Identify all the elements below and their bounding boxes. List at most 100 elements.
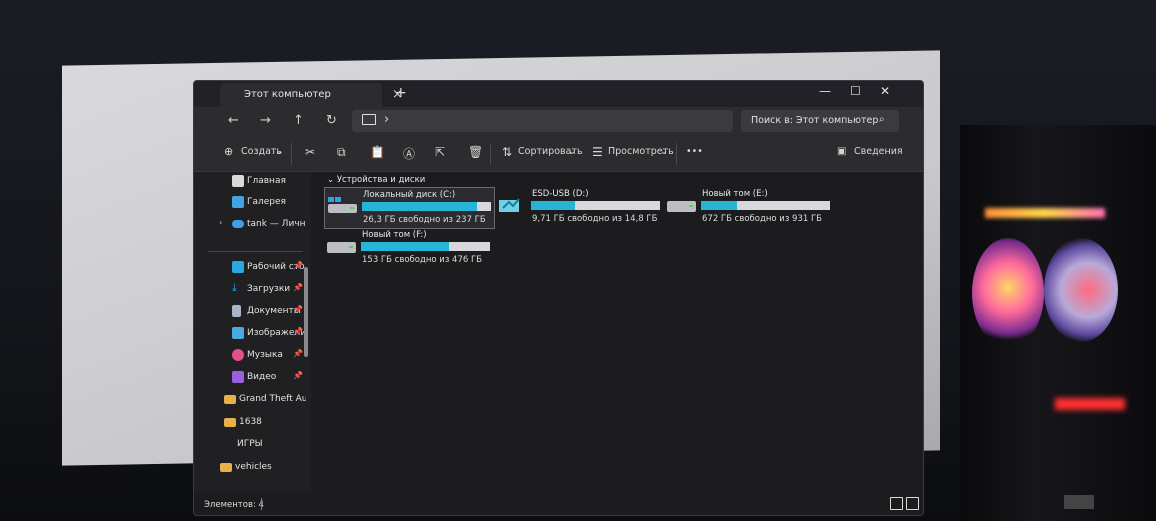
- onedrive-icon: [232, 220, 244, 228]
- sidebar-item-pictures[interactable]: Изображения 📌: [194, 324, 306, 344]
- drive-d[interactable]: ESD-USB (D:) 9,71 ГБ свободно из 14,8 ГБ: [494, 187, 663, 227]
- address-bar[interactable]: ›: [352, 110, 733, 132]
- sidebar-item-folder[interactable]: vehicles: [194, 458, 294, 478]
- sidebar-item-folder[interactable]: Grand Theft Auto: [194, 390, 306, 410]
- sidebar-item-music[interactable]: Музыка 📌: [194, 346, 306, 366]
- pin-icon: 📌: [293, 371, 303, 380]
- command-bar: ⊕ Создать ⌄ ✂ ⧉ 📋 Ⓐ ⇱ 🗑 ⇅ Сортировать ⌄ …: [194, 137, 923, 172]
- video-icon: [232, 371, 244, 383]
- drive-usage-fill: [701, 201, 738, 210]
- sidebar-item-folder[interactable]: 1638: [194, 413, 298, 433]
- sidebar-item-videos[interactable]: Видео 📌: [194, 368, 306, 388]
- sidebar-item-label: Загрузки: [247, 284, 291, 294]
- up-icon[interactable]: ↑: [293, 113, 304, 128]
- separator: [291, 143, 292, 165]
- sidebar-item-label: Галерея: [247, 197, 286, 207]
- sidebar-item-label: ИГРЫ: [237, 439, 263, 449]
- group-header-devices[interactable]: ⌄ Устройства и диски: [327, 175, 425, 185]
- details-view-icon[interactable]: [890, 497, 903, 510]
- drive-name: Локальный диск (C:): [363, 190, 456, 200]
- sidebar-item-gallery[interactable]: Галерея: [194, 193, 306, 213]
- tiles-view-icon[interactable]: [906, 497, 919, 510]
- documents-icon: [232, 305, 241, 317]
- download-icon: ⤓: [232, 281, 237, 294]
- sidebar-item-label: Музыка: [247, 350, 283, 360]
- pin-icon: 📌: [293, 349, 303, 358]
- chevron-right-icon[interactable]: ›: [219, 218, 222, 227]
- paste-icon[interactable]: 📋: [370, 145, 385, 159]
- delete-icon[interactable]: 🗑: [468, 145, 483, 159]
- rgb-strip: [985, 208, 1105, 218]
- close-button[interactable]: ✕: [880, 84, 890, 98]
- sidebar-item-documents[interactable]: Документы 📌: [194, 302, 306, 322]
- pin-icon: 📌: [293, 305, 303, 314]
- sidebar-item-label: 1638: [239, 417, 262, 427]
- search-input[interactable]: Поиск в: Этот компьютер ⌕: [741, 110, 899, 132]
- sidebar-item-desktop[interactable]: Рабочий стол 📌: [194, 258, 306, 278]
- file-view: ⌄ Устройства и диски Локальный диск (C:)…: [311, 172, 916, 493]
- share-icon[interactable]: ⇱: [435, 145, 445, 159]
- desktop-icon: [232, 261, 244, 273]
- red-light: [1055, 398, 1125, 410]
- sort-icon: ⇅: [502, 145, 513, 159]
- minimize-button[interactable]: —: [819, 84, 831, 98]
- drive-usage-fill: [362, 202, 477, 211]
- chevron-down-icon: ⌄: [660, 146, 668, 157]
- drive-e[interactable]: Новый том (E:) 672 ГБ свободно из 931 ГБ: [664, 187, 833, 227]
- music-icon: [232, 349, 244, 361]
- chevron-down-icon: ⌄: [275, 146, 283, 157]
- sidebar-item-label: Главная: [247, 176, 286, 186]
- drive-usage-fill: [531, 201, 575, 210]
- tab-title: Этот компьютер: [244, 89, 331, 100]
- drive-usage-bar: [362, 202, 491, 211]
- cut-icon[interactable]: ✂: [305, 145, 315, 159]
- drive-usage-bar: [701, 201, 830, 210]
- sidebar-item-home[interactable]: Главная: [194, 172, 306, 192]
- maximize-button[interactable]: ☐: [850, 84, 861, 98]
- sidebar-item-label: Видео: [247, 372, 277, 382]
- hard-drive-windows-icon: [328, 197, 357, 213]
- drive-c[interactable]: Локальный диск (C:) 26,3 ГБ свободно из …: [324, 187, 495, 229]
- group-header-label: Устройства и диски: [336, 175, 426, 185]
- rgb-fan: [972, 238, 1044, 348]
- plus-circle-icon: ⊕: [224, 145, 234, 158]
- chevron-right-icon[interactable]: ›: [384, 112, 389, 127]
- view-icon: ☰: [592, 145, 603, 159]
- status-bar: Элементов: 4: [194, 493, 923, 515]
- drive-free-space: 153 ГБ свободно из 476 ГБ: [362, 255, 482, 265]
- sidebar-item-folder[interactable]: ИГРЫ: [194, 435, 296, 455]
- navigation-bar: ← → ↑ ↻ › Поиск в: Этот компьютер ⌕: [194, 107, 923, 137]
- pin-icon: 📌: [293, 261, 303, 270]
- sidebar-item-onedrive[interactable]: › tank — Личное: [194, 215, 306, 235]
- details-pane-icon: ▣: [837, 146, 847, 157]
- drive-usage-bar: [361, 242, 490, 251]
- sidebar-item-downloads[interactable]: ⤓ Загрузки 📌: [194, 280, 306, 300]
- details-button[interactable]: Сведения: [854, 146, 903, 157]
- copy-icon[interactable]: ⧉: [337, 145, 346, 160]
- drive-free-space: 672 ГБ свободно из 931 ГБ: [702, 214, 822, 224]
- sidebar-item-label: Grand Theft Auto: [239, 394, 306, 404]
- more-options-button[interactable]: •••: [686, 146, 703, 157]
- folder-icon: [224, 395, 236, 404]
- back-icon[interactable]: ←: [228, 113, 239, 128]
- drive-f[interactable]: Новый том (F:) 153 ГБ свободно из 476 ГБ: [324, 228, 493, 268]
- home-icon: [232, 175, 244, 187]
- forward-icon[interactable]: →: [260, 113, 271, 128]
- drive-usage-fill: [361, 242, 449, 251]
- tab-this-pc[interactable]: Этот компьютер ×: [220, 83, 403, 107]
- sidebar-item-label: tank — Личное: [247, 219, 306, 229]
- refresh-icon[interactable]: ↻: [326, 113, 337, 128]
- rename-icon[interactable]: Ⓐ: [403, 145, 415, 162]
- sidebar-scrollbar[interactable]: [304, 267, 308, 357]
- drive-name: Новый том (E:): [702, 189, 768, 199]
- folder-icon: [220, 463, 232, 472]
- sidebar-item-label: vehicles: [235, 462, 272, 472]
- hard-drive-icon: [667, 201, 696, 212]
- drive-usage-bar: [531, 201, 660, 210]
- new-tab-button[interactable]: +: [395, 85, 407, 101]
- item-count: Элементов: 4: [204, 500, 264, 510]
- chevron-down-icon: ⌄: [568, 146, 576, 157]
- gallery-icon: [232, 196, 244, 208]
- search-icon: ⌕: [879, 114, 885, 125]
- navigation-pane: Главная Галерея › tank — Личное Рабочий …: [194, 172, 311, 493]
